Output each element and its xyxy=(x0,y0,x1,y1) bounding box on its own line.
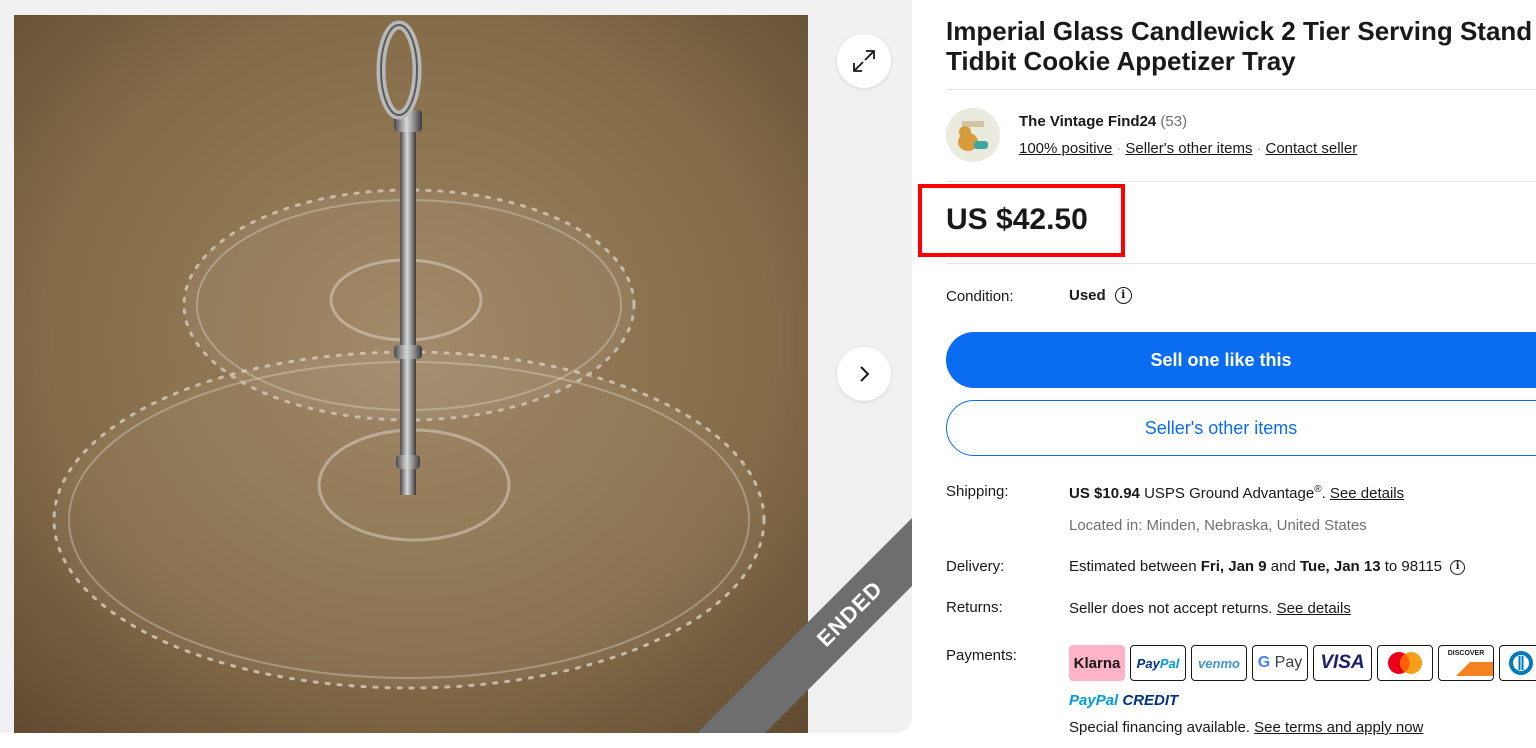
info-icon[interactable]: i xyxy=(1450,559,1466,575)
mastercard-logo xyxy=(1377,645,1433,681)
divider xyxy=(946,181,1536,182)
payment-methods: Klarna Pay Pal venmo G Pay VISA DISCOVER xyxy=(1069,645,1536,681)
divider xyxy=(946,263,1536,264)
expand-icon xyxy=(853,50,875,72)
contact-seller-link[interactable]: Contact seller xyxy=(1265,140,1357,157)
delivery-start: Fri, Jan 9 xyxy=(1200,558,1267,575)
seller-name[interactable]: The Vintage Find24 xyxy=(1019,113,1156,130)
returns-value: Seller does not accept returns. See deta… xyxy=(1069,600,1351,617)
klarna-logo: Klarna xyxy=(1069,645,1125,681)
seller-other-items-button[interactable]: Seller's other items xyxy=(946,400,1536,456)
feedback-count[interactable]: (53) xyxy=(1160,113,1187,130)
visa-logo: VISA xyxy=(1313,645,1372,681)
shipping-service: USPS Ground Advantage xyxy=(1144,485,1315,502)
payments-label: Payments: xyxy=(946,647,1017,664)
seller-avatar[interactable] xyxy=(946,108,1000,162)
product-image[interactable] xyxy=(14,15,808,733)
chevron-right-icon xyxy=(860,366,870,382)
returns-label: Returns: xyxy=(946,599,1003,616)
delivery-label: Delivery: xyxy=(946,558,1005,575)
shipping-see-details-link[interactable]: See details xyxy=(1330,485,1404,502)
item-price: US $42.50 xyxy=(946,203,1088,236)
financing-apply-link[interactable]: See terms and apply now xyxy=(1254,719,1423,736)
sell-one-like-this-button[interactable]: Sell one like this xyxy=(946,332,1536,388)
dog-logo-icon xyxy=(946,108,1000,162)
shipping-value: US $10.94 USPS Ground Advantage®. See de… xyxy=(1069,484,1405,502)
discover-logo: DISCOVER xyxy=(1438,645,1494,681)
delivery-end: Tue, Jan 13 xyxy=(1299,558,1381,575)
diners-club-logo xyxy=(1499,645,1536,681)
condition-label: Condition: xyxy=(946,288,1014,305)
info-icon[interactable]: i xyxy=(1114,287,1132,304)
seller-name-row: The Vintage Find24 (53) xyxy=(1019,112,1187,132)
financing-text: Special financing available. See terms a… xyxy=(1069,719,1424,736)
condition-text: Used xyxy=(1069,287,1106,304)
seller-other-items-link[interactable]: Seller's other items xyxy=(1125,140,1252,157)
item-location: Located in: Minden, Nebraska, United Sta… xyxy=(1069,517,1367,534)
item-title: Imperial Glass Candlewick 2 Tier Serving… xyxy=(946,16,1533,76)
returns-see-details-link[interactable]: See details xyxy=(1277,600,1351,617)
listing-info: Imperial Glass Candlewick 2 Tier Serving… xyxy=(918,0,1536,748)
image-gallery: ENDED xyxy=(0,0,912,733)
positive-feedback-link[interactable]: 100% positive xyxy=(1019,140,1112,157)
expand-image-button[interactable] xyxy=(837,34,891,88)
venmo-logo: venmo xyxy=(1191,645,1247,681)
gpay-logo: G Pay xyxy=(1252,645,1308,681)
condition-value: Used i xyxy=(1069,287,1132,304)
seller-links: 100% positive · Seller's other items · Conta… xyxy=(1019,140,1358,157)
paypal-credit-logo: PayPal CREDIT xyxy=(1069,692,1179,709)
shipping-label: Shipping: xyxy=(946,483,1009,500)
shipping-cost: US $10.94 xyxy=(1069,485,1140,502)
next-image-button[interactable] xyxy=(837,347,891,401)
divider xyxy=(946,89,1536,90)
delivery-value: Estimated between Fri, Jan 9 and Tue, Ja… xyxy=(1069,558,1466,575)
paypal-logo: Pay Pal xyxy=(1130,645,1186,681)
